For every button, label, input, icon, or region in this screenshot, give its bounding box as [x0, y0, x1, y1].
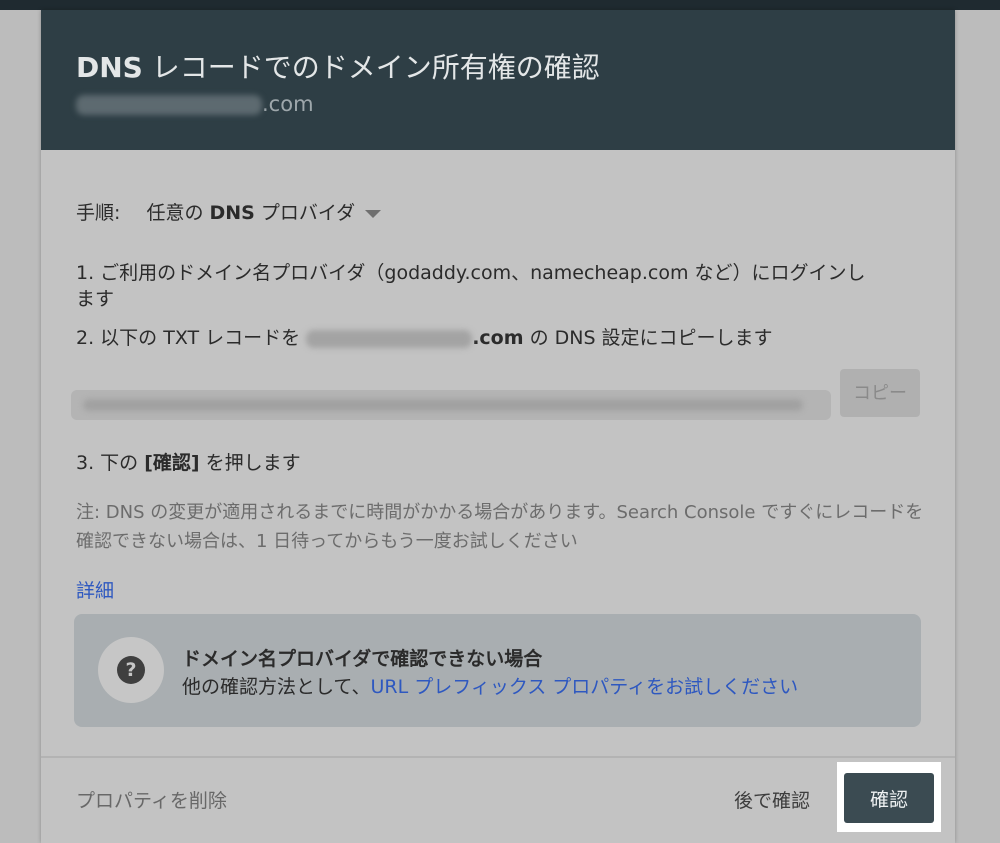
verification-dialog: DNS レコードでのドメイン所有権の確認 .com 手順: 任意の DNS プロ… — [41, 10, 955, 843]
provider-bold: DNS — [209, 202, 255, 224]
instructions-label: 手順: — [76, 202, 121, 224]
redacted-domain — [76, 95, 262, 115]
backdrop-left — [0, 10, 41, 843]
provider-prefix: 任意の — [146, 202, 210, 224]
provider-suffix: プロバイダ — [254, 202, 356, 224]
step-2-domain-suffix: .com — [472, 327, 524, 349]
step-2-prefix: 2. 以下の TXT レコードを — [76, 327, 307, 349]
step-3: 3. 下の [確認] を押します — [76, 448, 301, 475]
step-1-line-2: ます — [76, 288, 115, 310]
url-prefix-link[interactable]: URL プレフィックス プロパティをお試しください — [370, 676, 798, 698]
instructions-row: 手順: 任意の DNS プロバイダ — [76, 198, 382, 224]
step-1-line-1: 1. ご利用のドメイン名プロバイダ（godaddy.com、namecheap.… — [76, 262, 866, 284]
step-3-prefix: 3. 下の — [76, 452, 145, 474]
txt-record-field[interactable] — [71, 390, 831, 420]
delete-property-button[interactable]: プロパティを削除 — [76, 786, 227, 813]
footer-divider — [41, 756, 955, 758]
step-2: 2. 以下の TXT レコードを .com の DNS 設定にコピーします — [76, 323, 773, 350]
backdrop-right — [955, 10, 1000, 843]
dialog-header: DNS レコードでのドメイン所有権の確認 .com — [41, 10, 955, 150]
chevron-down-icon — [365, 209, 382, 218]
alternative-method-card: ? ドメイン名プロバイダで確認できない場合 他の確認方法として、URL プレフィ… — [74, 614, 921, 727]
info-card-title: ドメイン名プロバイダで確認できない場合 — [182, 648, 543, 670]
verify-later-button[interactable]: 後で確認 — [734, 786, 810, 813]
backdrop-top-bar — [0, 0, 1000, 10]
redacted-domain — [306, 329, 473, 348]
help-icon: ? — [117, 656, 145, 684]
dialog-title-bold: DNS — [76, 51, 143, 84]
step-2-suffix: の DNS 設定にコピーします — [523, 327, 773, 349]
redacted-txt-record — [83, 399, 803, 411]
step-3-suffix: を押します — [199, 452, 301, 474]
step-3-bold: [確認] — [144, 452, 200, 474]
dialog-title-rest: レコードでのドメイン所有権の確認 — [142, 51, 600, 84]
help-icon-background: ? — [98, 637, 164, 703]
copy-button[interactable]: コピー — [840, 369, 920, 417]
details-link[interactable]: 詳細 — [76, 576, 114, 603]
dialog-domain: .com — [76, 92, 314, 122]
info-card-body-prefix: 他の確認方法として、 — [182, 676, 371, 698]
verify-button[interactable]: 確認 — [844, 773, 934, 823]
dialog-title: DNS レコードでのドメイン所有権の確認 — [76, 46, 600, 86]
propagation-note: 注: DNS の変更が適用されるまでに時間がかかる場合があります。Search … — [76, 502, 924, 552]
provider-dropdown[interactable]: 任意の DNS プロバイダ — [146, 202, 382, 224]
info-card-body: 他の確認方法として、URL プレフィックス プロパティをお試しください — [182, 672, 798, 699]
verify-button-highlight: 確認 — [837, 762, 941, 832]
domain-suffix: .com — [262, 92, 314, 116]
